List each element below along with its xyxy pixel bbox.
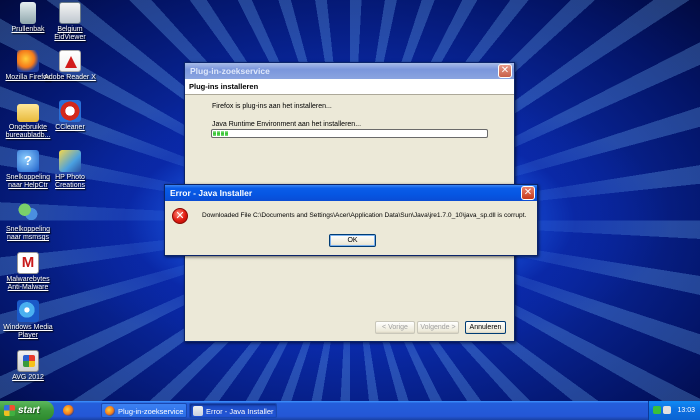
speaker-icon[interactable] bbox=[663, 406, 671, 414]
error-icon: ✕ bbox=[172, 208, 188, 224]
error-dialog-close-button[interactable]: ✕ bbox=[521, 186, 535, 200]
folder-icon bbox=[17, 104, 39, 122]
taskbar: start Plug-in-zoekservice Error - Java I… bbox=[0, 401, 700, 420]
progress-segment bbox=[213, 131, 216, 136]
network-icon[interactable] bbox=[653, 406, 661, 414]
hp-photo-icon bbox=[59, 150, 81, 172]
start-label: start bbox=[18, 405, 40, 416]
desktop-icon-ccleaner[interactable]: CCleaner bbox=[42, 100, 98, 132]
media-player-icon bbox=[17, 300, 39, 322]
progress-segment bbox=[225, 131, 228, 136]
eid-viewer-icon bbox=[59, 2, 81, 24]
cancel-button[interactable]: Annuleren bbox=[465, 321, 506, 334]
desktop-icon-avg[interactable]: AVG 2012 bbox=[0, 350, 56, 382]
taskbar-item-java-error[interactable]: Error - Java Installer bbox=[189, 403, 277, 418]
taskbar-item-plugin-finder[interactable]: Plug-in-zoekservice bbox=[101, 403, 187, 418]
desktop-icon-hp-photo[interactable]: HP Photo Creations bbox=[42, 150, 98, 190]
desktop-icon-adobe-reader[interactable]: Adobe Reader X bbox=[42, 50, 98, 82]
start-button[interactable]: start bbox=[0, 401, 54, 420]
progress-segment bbox=[217, 131, 220, 136]
desktop-icon-eid-viewer[interactable]: Belgium EidViewer bbox=[42, 2, 98, 42]
progress-segment bbox=[221, 131, 224, 136]
install-progress-bar bbox=[211, 129, 488, 138]
messenger-icon bbox=[17, 202, 39, 224]
plugin-window-header: Plug-ins installeren bbox=[185, 79, 514, 95]
system-tray: 13:03 bbox=[648, 401, 700, 420]
plugin-status-text: Firefox is plug-ins aan het installeren.… bbox=[212, 103, 332, 110]
desktop: Prullenbak Belgium EidViewer Mozilla Fir… bbox=[0, 0, 700, 401]
quicklaunch-firefox-icon[interactable] bbox=[63, 405, 74, 416]
progress-fill bbox=[213, 131, 486, 136]
windows-logo-icon bbox=[4, 405, 15, 416]
plugin-window-close-button[interactable]: ✕ bbox=[498, 64, 512, 78]
taskbar-item-label: Error - Java Installer bbox=[206, 407, 274, 416]
error-message: Downloaded File C:\Documents and Setting… bbox=[202, 212, 527, 219]
avg-icon bbox=[17, 350, 39, 372]
clock: 13:03 bbox=[677, 407, 695, 414]
recycle-bin-icon bbox=[20, 2, 36, 24]
error-dialog-titlebar[interactable]: Error - Java Installer ✕ bbox=[165, 185, 537, 201]
firefox-icon bbox=[105, 406, 115, 416]
malwarebytes-icon: M bbox=[17, 252, 39, 274]
next-button[interactable]: Volgende > bbox=[417, 321, 459, 334]
help-center-icon: ? bbox=[17, 150, 39, 172]
plugin-window-title: Plug-in-zoekservice bbox=[190, 66, 270, 76]
firefox-icon bbox=[17, 50, 39, 72]
desktop-icon-media-player[interactable]: Windows Media Player bbox=[0, 300, 56, 340]
java-error-dialog: Error - Java Installer ✕ ✕ Downloaded Fi… bbox=[164, 184, 538, 256]
error-dialog-title: Error - Java Installer bbox=[170, 188, 253, 198]
taskbar-item-label: Plug-in-zoekservice bbox=[118, 407, 184, 416]
ok-button[interactable]: OK bbox=[329, 234, 376, 247]
ccleaner-icon bbox=[59, 100, 81, 122]
plugin-window-titlebar[interactable]: Plug-in-zoekservice ✕ bbox=[185, 63, 514, 79]
java-icon bbox=[193, 406, 203, 416]
back-button[interactable]: < Vorige bbox=[375, 321, 415, 334]
desktop-icon-messenger[interactable]: Snelkoppeling naar msmsgs bbox=[0, 202, 56, 242]
adobe-reader-icon bbox=[59, 50, 81, 72]
desktop-icon-malwarebytes[interactable]: M Malwarebytes Anti-Malware bbox=[0, 252, 56, 292]
progress-label: Java Runtime Environment aan het install… bbox=[212, 121, 362, 128]
close-icon: ✕ bbox=[523, 187, 533, 198]
close-icon: ✕ bbox=[500, 65, 510, 76]
